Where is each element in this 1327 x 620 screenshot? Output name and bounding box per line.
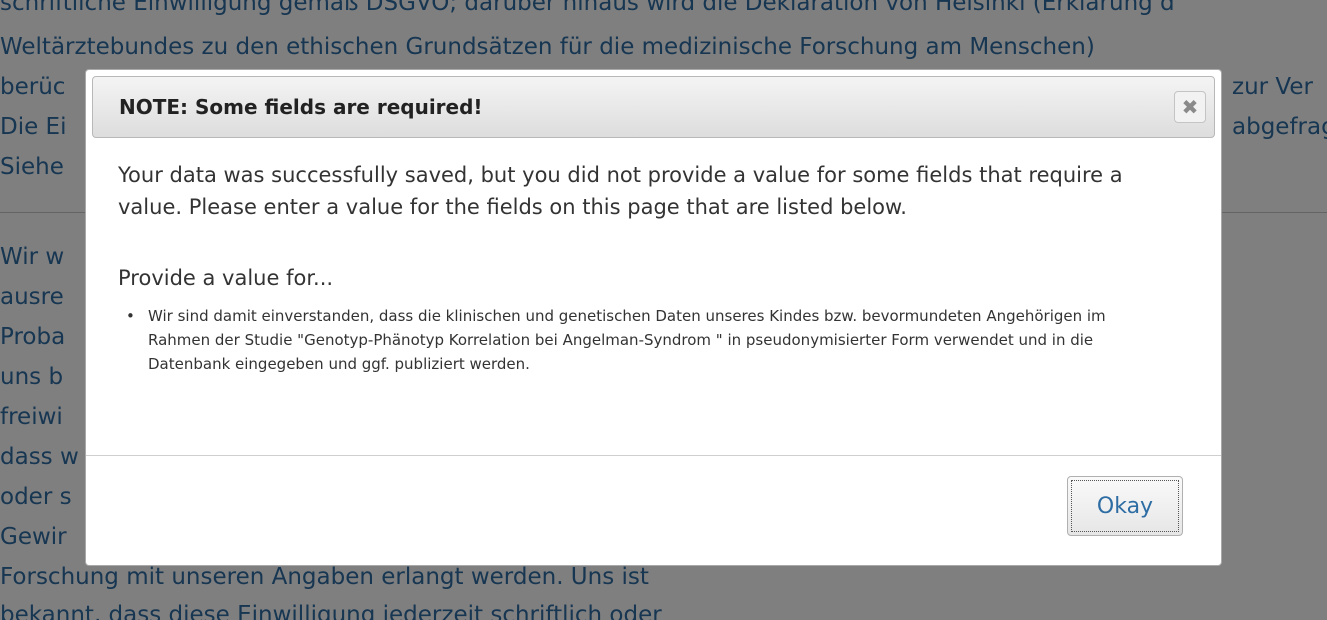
dialog-titlebar: NOTE: Some fields are required! ✖ (92, 76, 1215, 138)
dialog-message: Your data was successfully saved, but yo… (118, 163, 1123, 219)
dialog-footer-divider (86, 455, 1221, 456)
dialog-title: NOTE: Some fields are required! (119, 95, 483, 119)
required-fields-list: • Wir sind damit einverstanden, dass die… (126, 304, 1116, 376)
bullet: • (126, 307, 135, 325)
okay-button[interactable]: Okay (1067, 476, 1183, 536)
focus-ring (1071, 480, 1179, 532)
close-button[interactable]: ✖ (1174, 91, 1206, 123)
required-fields-dialog: NOTE: Some fields are required! ✖ Your d… (85, 69, 1222, 566)
close-icon: ✖ (1181, 95, 1199, 119)
required-field-text: Wir sind damit einverstanden, dass die k… (148, 307, 1106, 373)
required-field-item: • Wir sind damit einverstanden, dass die… (126, 304, 1116, 376)
provide-value-label: Provide a value for... (118, 266, 334, 290)
